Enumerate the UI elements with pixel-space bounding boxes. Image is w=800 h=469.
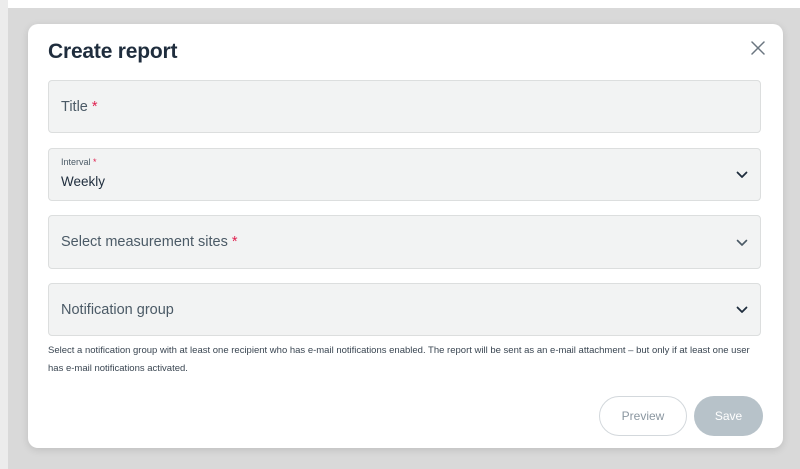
measurement-sites-select[interactable]: Select measurement sites * <box>48 215 761 269</box>
close-icon <box>751 41 765 55</box>
title-input[interactable]: Title * <box>48 80 761 133</box>
interval-label-text: Interval <box>61 157 91 167</box>
save-button[interactable]: Save <box>694 396 763 436</box>
measurement-sites-label: Select measurement sites * <box>61 234 238 250</box>
title-field-label: Title * <box>61 99 98 115</box>
interval-select[interactable]: Interval * Weekly <box>48 148 761 201</box>
chevron-down-icon <box>736 171 748 178</box>
create-report-dialog: Create report Title * Interval * Weekly … <box>28 24 783 448</box>
chevron-down-icon <box>736 239 748 246</box>
preview-button[interactable]: Preview <box>599 396 687 436</box>
required-marker: * <box>91 99 98 115</box>
chevron-down-icon <box>736 306 748 313</box>
interval-field-label: Interval * <box>61 157 97 167</box>
required-marker: * <box>231 234 238 250</box>
title-label-text: Title <box>61 99 88 115</box>
notification-group-label: Notification group <box>61 302 174 318</box>
measurement-sites-label-text: Select measurement sites <box>61 234 228 250</box>
interval-value: Weekly <box>61 174 106 189</box>
notification-group-select[interactable]: Notification group <box>48 283 761 336</box>
backdrop-left <box>0 0 8 469</box>
close-button[interactable] <box>749 39 767 57</box>
dialog-title: Create report <box>48 40 178 63</box>
required-marker: * <box>93 157 97 167</box>
backdrop-top <box>0 0 800 8</box>
notification-helper-text: Select a notification group with at leas… <box>48 345 750 374</box>
